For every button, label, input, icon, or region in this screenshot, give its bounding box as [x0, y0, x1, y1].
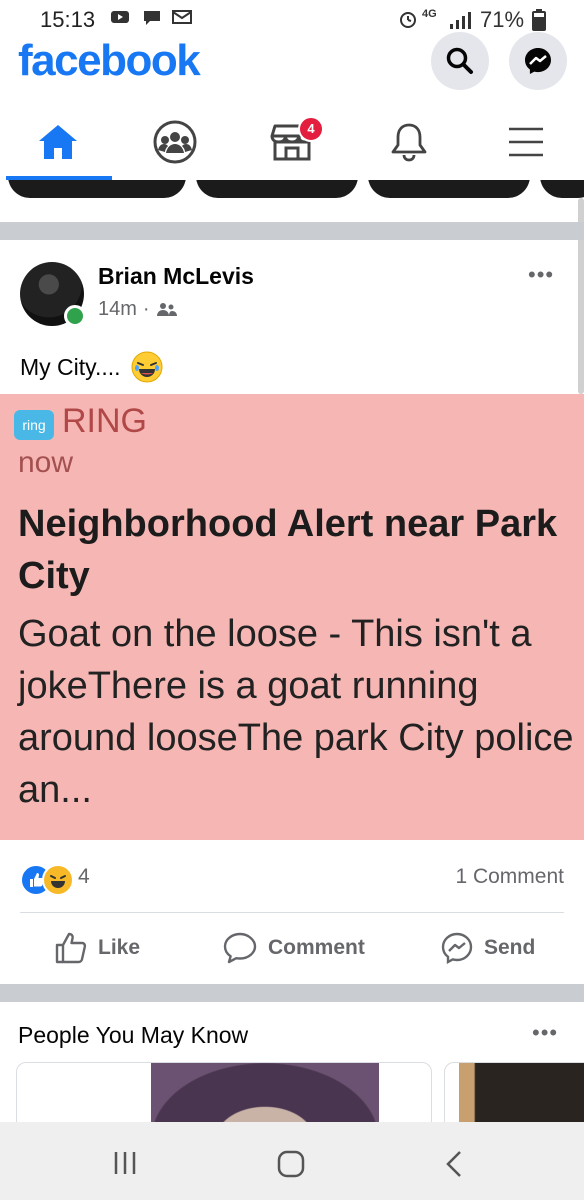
home-icon — [39, 125, 77, 159]
pymk-title: People You May Know — [18, 1022, 249, 1048]
messenger-send-icon — [441, 932, 473, 965]
facebook-logo[interactable]: facebook — [18, 36, 201, 86]
post-meta: 14m · — [98, 298, 178, 321]
recent-apps-button[interactable] — [112, 1150, 138, 1181]
comment-count[interactable]: 1 Comment — [455, 865, 564, 889]
tab-groups[interactable] — [117, 104, 233, 180]
pymk-options-button[interactable]: ••• — [532, 1020, 558, 1046]
tab-home[interactable] — [0, 104, 116, 180]
story-card[interactable] — [8, 180, 186, 198]
reaction-icons[interactable] — [20, 864, 80, 896]
alert-body: Goat on the loose - This isn't a jokeThe… — [18, 613, 574, 811]
groups-icon — [153, 120, 197, 164]
action-divider — [20, 912, 564, 913]
chat-icon — [142, 9, 162, 29]
hamburger-icon — [509, 127, 543, 157]
home-system-button[interactable] — [276, 1149, 306, 1184]
tab-notifications[interactable] — [351, 104, 467, 180]
ring-logo: ring — [14, 410, 54, 440]
recent-apps-icon — [114, 1152, 136, 1174]
network-type: 4G — [422, 8, 437, 20]
battery-percent: 71% — [480, 7, 525, 32]
haha-reaction-icon — [42, 864, 74, 896]
thumbs-up-icon — [55, 932, 87, 964]
story-card[interactable] — [196, 180, 358, 198]
marketplace-badge: 4 — [298, 116, 324, 142]
status-time: 15:13 — [40, 7, 96, 32]
post-caption: My City.... — [20, 353, 121, 380]
friends-audience-icon — [156, 302, 177, 316]
post-options-button[interactable]: ••• — [528, 262, 554, 288]
tab-menu[interactable] — [468, 104, 584, 180]
laughing-emoji-icon — [131, 351, 163, 383]
alarm-icon — [398, 9, 418, 29]
messenger-icon — [525, 48, 551, 74]
feed-divider — [0, 222, 584, 240]
main-nav: 4 — [0, 104, 584, 180]
comment-icon — [223, 932, 257, 964]
online-status-dot — [64, 305, 86, 327]
tab-marketplace[interactable]: 4 — [234, 104, 350, 180]
comment-label: Comment — [268, 936, 365, 959]
stories-strip[interactable] — [0, 180, 584, 220]
post-text: My City.... — [20, 351, 163, 383]
bell-icon — [391, 123, 427, 162]
story-card[interactable] — [368, 180, 530, 198]
home-square-icon — [277, 1150, 305, 1178]
send-label: Send — [484, 936, 536, 959]
mail-icon — [172, 9, 192, 29]
alert-title: Neighborhood Alert near Park City — [18, 503, 558, 597]
like-button[interactable]: Like — [54, 920, 140, 976]
youtube-icon — [110, 9, 130, 29]
search-button[interactable] — [431, 32, 489, 90]
comment-button[interactable]: Comment — [222, 920, 365, 976]
messenger-button[interactable] — [509, 32, 567, 90]
back-arrow-icon — [446, 1151, 461, 1177]
like-label: Like — [98, 936, 141, 959]
post-time[interactable]: 14m — [98, 298, 137, 321]
feed-divider — [0, 984, 584, 1002]
post-author[interactable]: Brian McLevis — [98, 263, 254, 290]
story-card[interactable] — [540, 180, 584, 198]
meta-separator: · — [142, 298, 150, 320]
back-button[interactable] — [442, 1149, 466, 1184]
reaction-count[interactable]: 4 — [78, 865, 90, 889]
send-button[interactable]: Send — [440, 920, 535, 976]
ring-app-name: RING — [62, 402, 147, 440]
ring-time: now — [18, 446, 74, 479]
search-icon — [446, 47, 473, 74]
